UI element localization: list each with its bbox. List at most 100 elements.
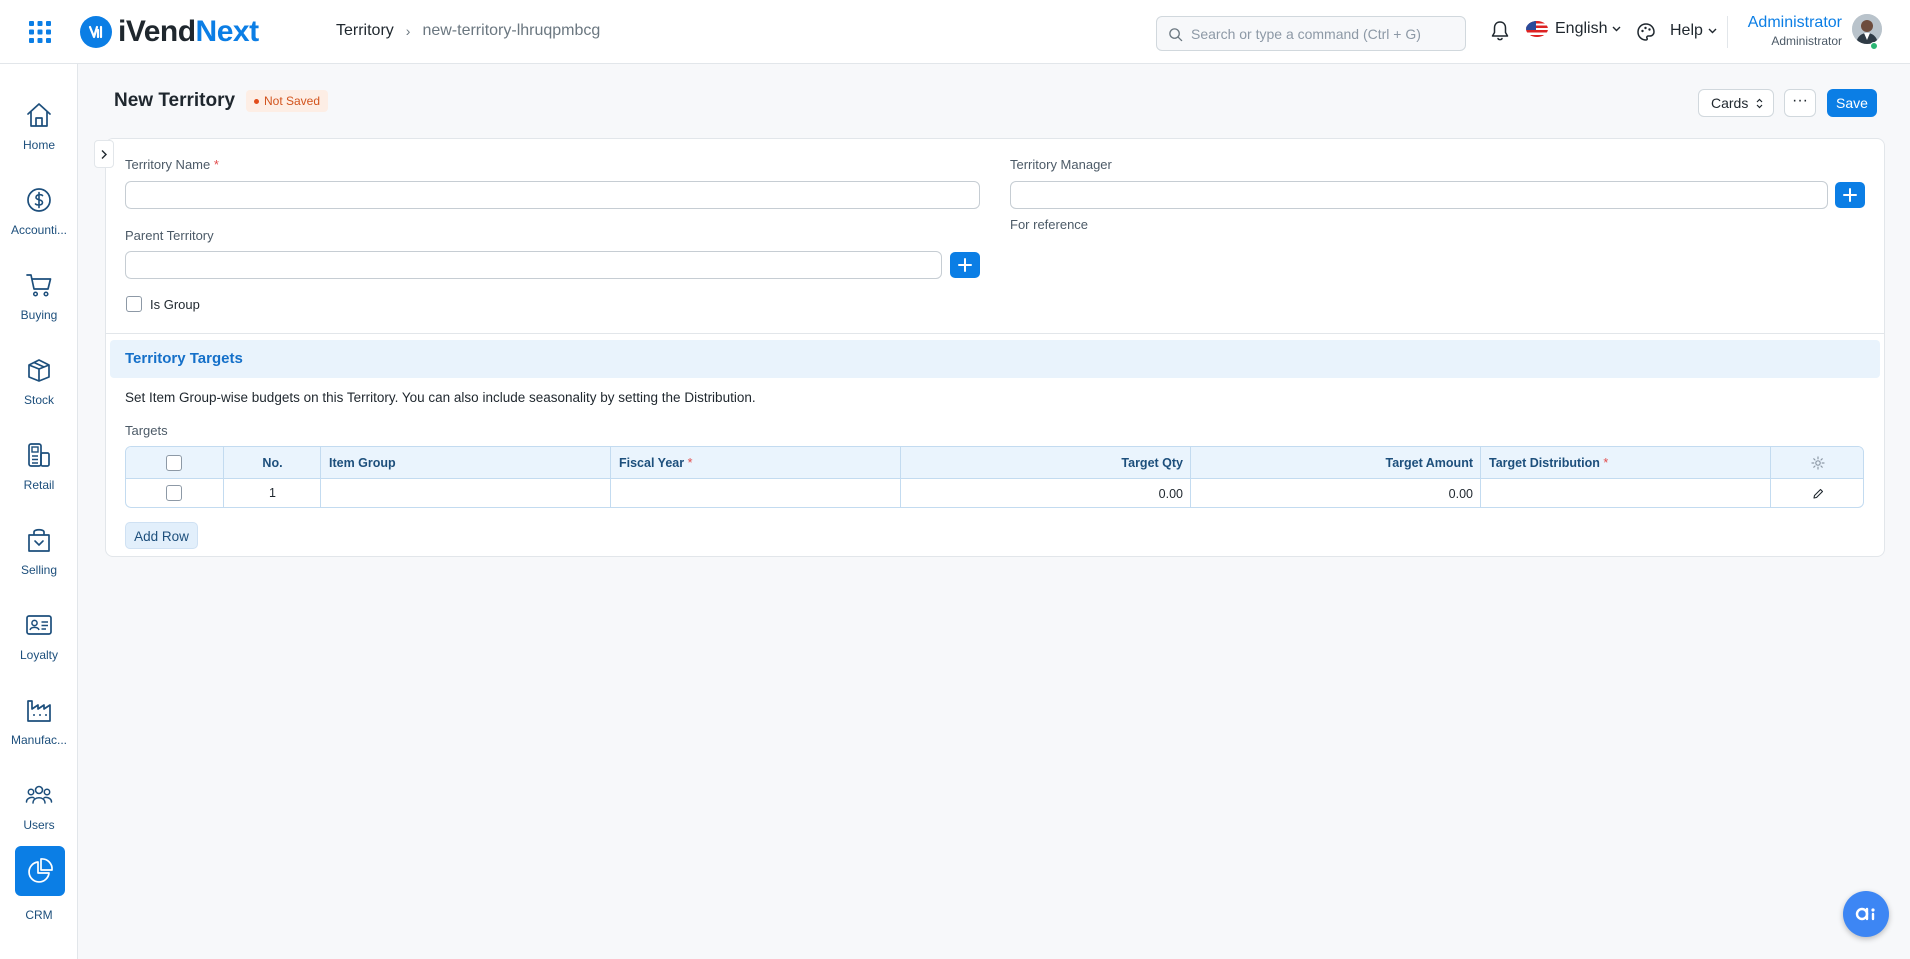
territory-name-label-text: Territory Name [125, 157, 211, 172]
sidebar-item-label: Users [23, 818, 55, 832]
section-description: Set Item Group-wise budgets on this Terr… [125, 390, 756, 405]
apps-grid-icon[interactable] [28, 20, 52, 44]
add-territory-manager-button[interactable] [1835, 182, 1865, 208]
edit-row-icon[interactable] [1812, 487, 1824, 503]
sidebar-item-label: CRM [25, 908, 53, 922]
sidebar-item-label: Manufac... [10, 733, 68, 747]
plus-icon [1843, 188, 1857, 202]
add-row-button[interactable]: Add Row [125, 522, 198, 549]
target-qty-cell[interactable]: 0.00 [901, 487, 1183, 501]
logo-mark-icon [80, 16, 112, 48]
section-title: Territory Targets [125, 350, 243, 367]
sidebar-item-loyalty[interactable]: Loyalty [0, 594, 78, 674]
ai-assistant-button[interactable] [1843, 891, 1889, 937]
territory-manager-help-text: For reference [1010, 217, 1089, 232]
territory-manager-label: Territory Manager [1010, 157, 1112, 172]
item-group-cell[interactable] [321, 480, 611, 507]
online-status-dot [1870, 42, 1878, 50]
sidebar-item-buying[interactable]: Buying [0, 254, 78, 334]
users-icon [25, 785, 53, 804]
user-menu[interactable]: Administrator Administrator [1748, 14, 1842, 48]
header-target-amount: Target Amount [1385, 456, 1474, 470]
sidebar-item-selling[interactable]: Selling [0, 509, 78, 589]
sidebar-item-stock[interactable]: Stock [0, 339, 78, 419]
sidebar-item-retail[interactable]: Retail [0, 424, 78, 504]
chevron-down-icon [1708, 28, 1717, 34]
cart-icon [26, 274, 52, 297]
more-actions-button[interactable]: ··· [1784, 89, 1816, 117]
brand-name-part1: iVend [118, 15, 196, 48]
sidebar-item-accounting[interactable]: Accounti... [0, 169, 78, 249]
breadcrumb-current: new-territory-lhruqpmbcg [422, 22, 601, 39]
select-all-checkbox[interactable] [166, 455, 182, 471]
sidebar-item-label: Accounti... [10, 223, 68, 237]
box-icon [28, 359, 50, 382]
view-select-label: Cards [1711, 95, 1749, 111]
ai-icon [1855, 907, 1875, 921]
top-navbar: iVendNext Territory › new-territory-lhru… [0, 0, 1910, 64]
row-checkbox[interactable] [166, 485, 182, 501]
brand-name: iVendNext [118, 15, 259, 49]
breadcrumb: Territory › new-territory-lhruqpmbcg [336, 22, 600, 40]
sidebar-item-manufacturing[interactable]: Manufac... [0, 679, 78, 759]
view-select-button[interactable]: Cards [1698, 89, 1774, 117]
pie-chart-icon [28, 858, 53, 883]
parent-territory-input[interactable] [125, 251, 942, 279]
status-badge: Not Saved [246, 90, 329, 112]
target-distribution-cell[interactable] [1481, 480, 1771, 507]
required-mark: * [687, 456, 693, 470]
header-fiscal-year: Fiscal Year * [619, 456, 692, 470]
chevron-right-icon [101, 149, 107, 159]
sidebar-item-label: Home [22, 138, 55, 152]
save-button[interactable]: Save [1827, 89, 1877, 117]
avatar[interactable] [1852, 14, 1882, 44]
sidebar-item-home[interactable]: Home [0, 84, 78, 164]
header-target-distribution-text: Target Distribution [1489, 456, 1600, 470]
select-arrows-icon [1756, 98, 1763, 109]
page-title: New Territory [114, 90, 236, 111]
fiscal-year-cell[interactable] [611, 480, 901, 507]
header-target-qty: Target Qty [1121, 456, 1183, 470]
brand-logo[interactable]: iVendNext [80, 14, 259, 50]
us-flag-icon [1526, 21, 1548, 37]
theme-palette-icon[interactable] [1636, 22, 1656, 45]
notification-bell-icon[interactable] [1490, 20, 1510, 45]
grid-settings-icon[interactable] [1811, 456, 1825, 473]
target-amount-cell[interactable]: 0.00 [1191, 487, 1473, 501]
required-mark: * [1603, 456, 1609, 470]
sidebar-item-label: Selling [20, 563, 58, 577]
targets-table-label: Targets [125, 423, 168, 438]
help-menu[interactable]: Help [1670, 22, 1717, 40]
targets-table: No. Item Group Fiscal Year * Target Qty … [125, 446, 1864, 508]
territory-targets-section-header[interactable]: Territory Targets [110, 340, 1880, 378]
territory-name-label: Territory Name * [125, 157, 219, 172]
sidebar-item-crm[interactable]: CRM [0, 844, 78, 924]
header-target-distribution: Target Distribution * [1489, 456, 1608, 470]
search-input[interactable] [1191, 25, 1465, 42]
header-no: No. [262, 456, 283, 470]
territory-name-input[interactable] [125, 181, 980, 209]
help-label: Help [1670, 22, 1703, 39]
search-icon [1169, 28, 1183, 42]
chevron-down-icon [1612, 26, 1621, 32]
sidebar-toggle-button[interactable] [94, 140, 114, 168]
sidebar-item-label: Loyalty [19, 648, 59, 662]
plus-icon [958, 258, 972, 272]
search-bar[interactable] [1156, 16, 1466, 51]
factory-icon [27, 700, 51, 722]
territory-manager-input[interactable] [1010, 181, 1828, 209]
sidebar-item-users[interactable]: Users [0, 764, 78, 844]
language-selector[interactable]: English [1526, 20, 1621, 38]
shopping-bag-icon [28, 528, 50, 552]
breadcrumb-territory-link[interactable]: Territory [336, 22, 394, 40]
is-group-label: Is Group [150, 297, 200, 312]
home-icon [27, 103, 51, 127]
sidebar-item-label: Stock [23, 393, 54, 407]
row-no: 1 [269, 486, 276, 500]
user-role: Administrator [1771, 34, 1842, 48]
sidebar-item-label: Buying [20, 308, 58, 322]
user-name: Administrator [1747, 14, 1842, 31]
sidebar: Home Accounti... Buying Stock Retail Sel… [0, 64, 78, 959]
is-group-checkbox[interactable] [126, 296, 142, 312]
add-parent-territory-button[interactable] [950, 252, 980, 278]
